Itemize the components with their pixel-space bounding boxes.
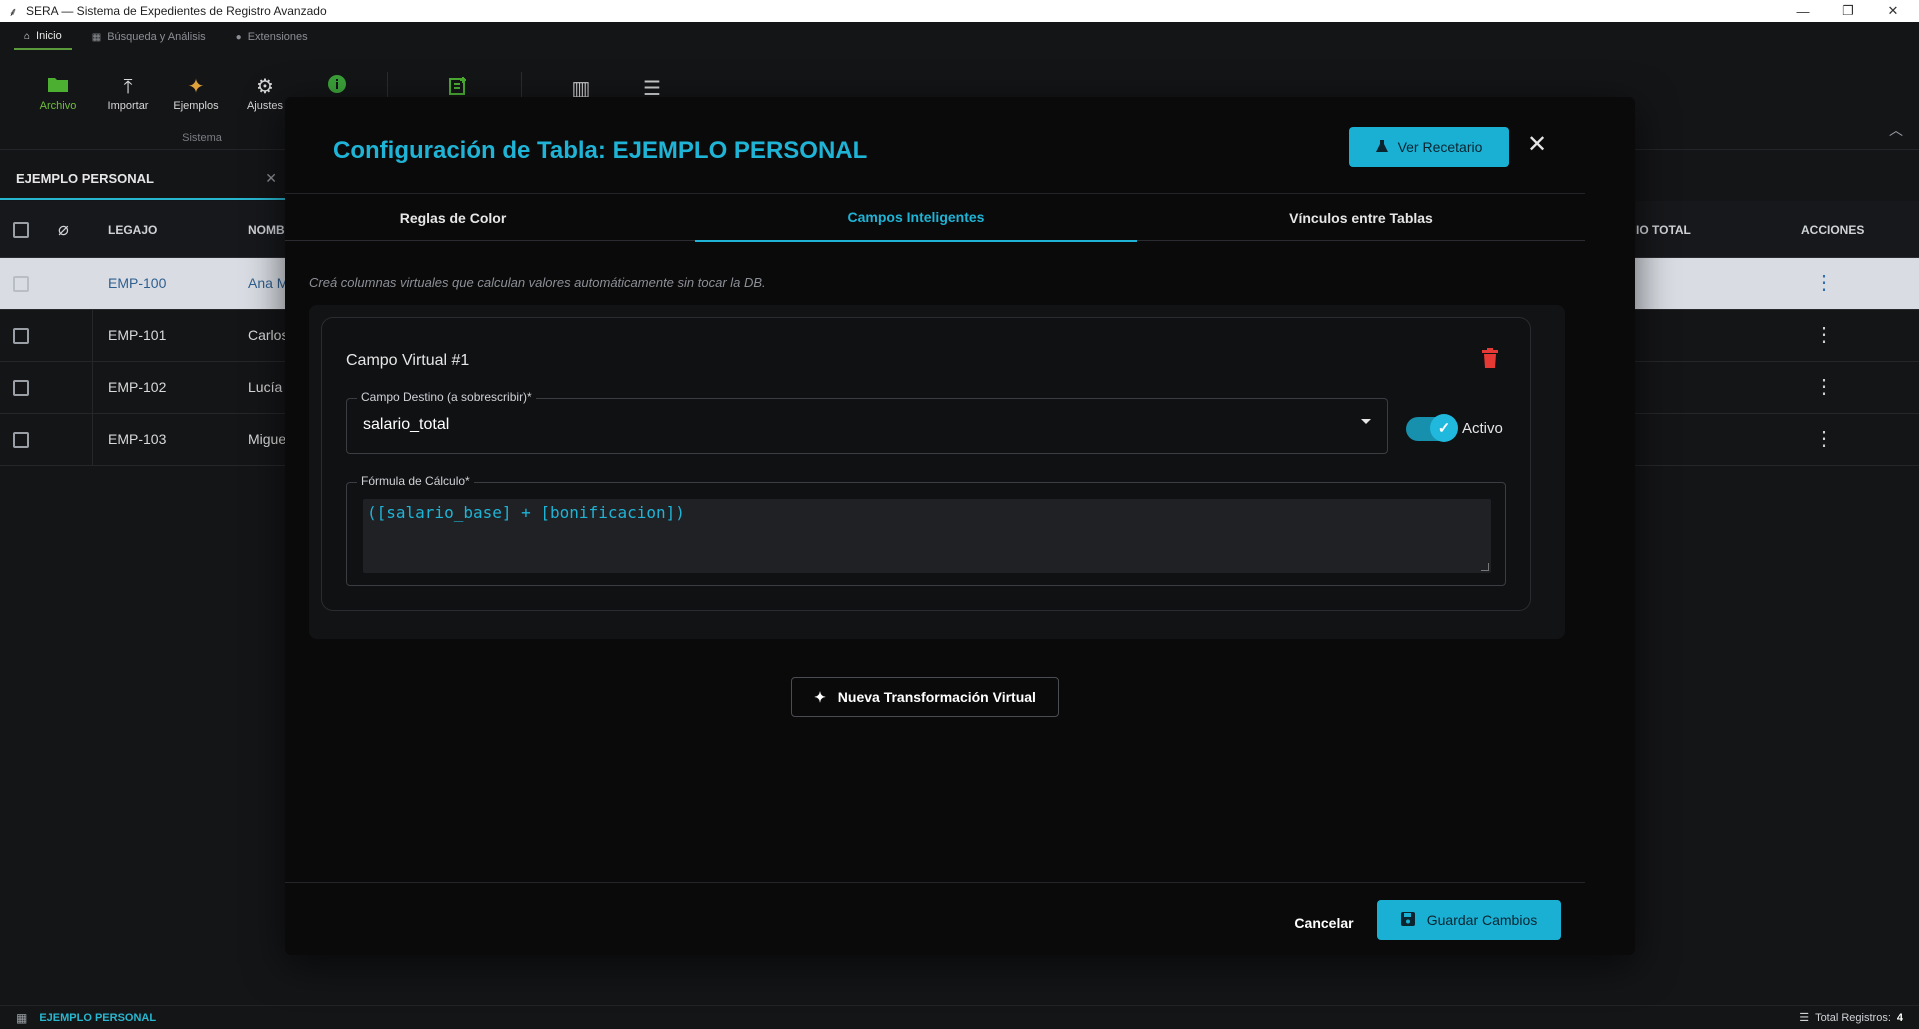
formula-label: Fórmula de Cálculo* xyxy=(357,474,474,488)
ribbon-tab-label: Extensiones xyxy=(247,31,308,43)
ajustes-label: Ajustes xyxy=(246,100,284,112)
row-checkbox[interactable] xyxy=(13,432,29,448)
gear-icon: ⚙ xyxy=(256,76,274,98)
ribbon-tab-extensiones[interactable]: ● Extensiones xyxy=(226,25,318,49)
cell-legajo: EMP-103 xyxy=(108,431,167,447)
ribbon-tab-label: Inicio xyxy=(36,30,62,42)
table-icon: ▦ xyxy=(91,31,102,43)
more-vert-icon[interactable]: ⋮ xyxy=(1814,322,1834,347)
dialog-tabs: Reglas de Color Campos Inteligentes Vínc… xyxy=(285,193,1585,242)
ribbon-tabbar: ⌂ Inicio ▦ Búsqueda y Análisis ● Extensi… xyxy=(0,22,1919,52)
puzzle-icon: ● xyxy=(235,31,242,43)
column-header-salario-total[interactable]: IO TOTAL xyxy=(1636,223,1691,237)
cell-nombre: Carlos xyxy=(248,327,289,343)
group-label-sistema: Sistema xyxy=(182,132,222,144)
dialog-footer-divider xyxy=(285,882,1585,883)
cell-legajo: EMP-101 xyxy=(108,327,167,343)
campos-hint-text: Creá columnas virtuales que calculan val… xyxy=(309,275,766,290)
nueva-transformacion-button[interactable]: ✦ Nueva Transformación Virtual xyxy=(791,677,1059,717)
ribbon-collapse-icon[interactable]: ︿ xyxy=(1889,120,1903,140)
cell-nombre: Migue xyxy=(248,431,287,447)
row-checkbox[interactable] xyxy=(13,276,29,292)
campo-destino-label: Campo Destino (a sobrescribir)* xyxy=(357,390,536,404)
tab-reglas-de-color[interactable]: Reglas de Color xyxy=(285,194,621,242)
table-config-dialog: Configuración de Tabla: EJEMPLO PERSONAL… xyxy=(285,97,1635,955)
status-total-label: Total Registros: xyxy=(1815,1011,1891,1024)
campo-destino-select[interactable]: Campo Destino (a sobrescribir)* salario_… xyxy=(346,390,1388,454)
formula-value: ([salario_base] + [bonificacion]) xyxy=(367,503,685,522)
status-bar: ▦ EJEMPLO PERSONAL ☰ Total Registros: 4 xyxy=(0,1005,1919,1029)
row-checkbox[interactable] xyxy=(13,380,29,396)
importar-button[interactable]: ⤒ Importar xyxy=(98,74,158,112)
archivo-button[interactable]: Archivo xyxy=(28,74,88,112)
row-checkbox[interactable] xyxy=(13,328,29,344)
sparkles-icon: ✦ xyxy=(814,688,826,705)
document-tab-label: EJEMPLO PERSONAL xyxy=(16,170,154,186)
flask-icon xyxy=(1375,139,1388,156)
ribbon-tab-busqueda[interactable]: ▦ Búsqueda y Análisis xyxy=(82,25,216,49)
maximize-button[interactable]: ❐ xyxy=(1826,0,1870,22)
select-all-checkbox[interactable] xyxy=(13,222,29,238)
guardar-cambios-label: Guardar Cambios xyxy=(1426,912,1538,928)
formula-textarea[interactable]: ([salario_base] + [bonificacion]) xyxy=(363,499,1491,573)
resize-handle-icon[interactable] xyxy=(1481,563,1489,571)
delete-icon[interactable] xyxy=(1482,348,1502,372)
folder-icon xyxy=(28,74,88,100)
guardar-cambios-button[interactable]: Guardar Cambios xyxy=(1377,900,1561,940)
column-header-acciones: ACCIONES xyxy=(1801,223,1865,237)
nueva-transformacion-label: Nueva Transformación Virtual xyxy=(837,689,1036,705)
activo-toggle[interactable]: ✓ xyxy=(1406,412,1458,442)
more-vert-icon[interactable]: ⋮ xyxy=(1814,270,1834,295)
ejemplos-label: Ejemplos xyxy=(173,100,219,112)
virtual-field-card: Campo Virtual #1 Campo Destino (a sobres… xyxy=(321,317,1531,611)
ver-recetario-button[interactable]: Ver Recetario xyxy=(1349,127,1509,167)
dialog-close-icon[interactable]: ✕ xyxy=(1525,133,1549,157)
ejemplos-button[interactable]: ✦ Ejemplos xyxy=(166,74,226,112)
status-table-name: EJEMPLO PERSONAL xyxy=(39,1011,157,1024)
archivo-label: Archivo xyxy=(39,100,77,112)
cell-nombre: Ana M xyxy=(248,275,289,291)
minimize-button[interactable]: — xyxy=(1781,0,1825,22)
list-icon: ☰ xyxy=(1799,1012,1810,1024)
virtual-field-title: Campo Virtual #1 xyxy=(346,352,470,369)
ribbon-tab-inicio[interactable]: ⌂ Inicio xyxy=(14,24,72,50)
cell-legajo: EMP-102 xyxy=(108,379,167,395)
virtual-fields-panel: Campo Virtual #1 Campo Destino (a sobres… xyxy=(309,305,1565,639)
window-close-button[interactable]: ✕ xyxy=(1871,0,1915,22)
dropdown-arrow-icon xyxy=(1361,419,1371,424)
activo-label: Activo xyxy=(1462,420,1503,437)
tab-campos-inteligentes[interactable]: Campos Inteligentes xyxy=(695,194,1137,242)
ribbon-tab-label: Búsqueda y Análisis xyxy=(107,31,206,43)
status-total: ☰ Total Registros: 4 xyxy=(1799,1011,1903,1025)
grid-icon: ▦ xyxy=(16,1010,28,1025)
formula-field: Fórmula de Cálculo* ([salario_base] + [b… xyxy=(346,474,1506,586)
cancelar-button[interactable]: Cancelar xyxy=(1285,903,1363,943)
column-header-legajo[interactable]: LEGAJO xyxy=(108,223,157,237)
cell-legajo: EMP-100 xyxy=(108,275,167,291)
home-icon: ⌂ xyxy=(24,30,31,42)
more-vert-icon[interactable]: ⋮ xyxy=(1814,374,1834,399)
campo-destino-value: salario_total xyxy=(363,416,450,433)
check-icon: ✓ xyxy=(1430,414,1458,442)
document-tab[interactable]: EJEMPLO PERSONAL ✕ xyxy=(0,158,285,200)
importar-label: Importar xyxy=(107,100,149,112)
close-icon[interactable]: ✕ xyxy=(265,170,277,187)
app-logo-icon: ⸙ xyxy=(8,4,18,19)
sparkles-icon: ✦ xyxy=(187,76,205,98)
column-header-nombre[interactable]: NOMBI xyxy=(248,223,288,237)
window-titlebar: ⸙ SERA — Sistema de Expedientes de Regis… xyxy=(0,0,1919,22)
status-total-value: 4 xyxy=(1896,1011,1903,1024)
save-icon xyxy=(1400,911,1415,929)
tab-vinculos-entre-tablas[interactable]: Vínculos entre Tablas xyxy=(1137,194,1585,242)
attachment-icon: ⌀ xyxy=(58,219,69,239)
dialog-title: Configuración de Tabla: EJEMPLO PERSONAL xyxy=(333,137,868,164)
window-title: SERA — Sistema de Expedientes de Registr… xyxy=(26,4,327,18)
upload-icon: ⤒ xyxy=(123,76,133,98)
ver-recetario-label: Ver Recetario xyxy=(1397,139,1483,155)
more-vert-icon[interactable]: ⋮ xyxy=(1814,426,1834,451)
cell-nombre: Lucía xyxy=(248,379,283,395)
